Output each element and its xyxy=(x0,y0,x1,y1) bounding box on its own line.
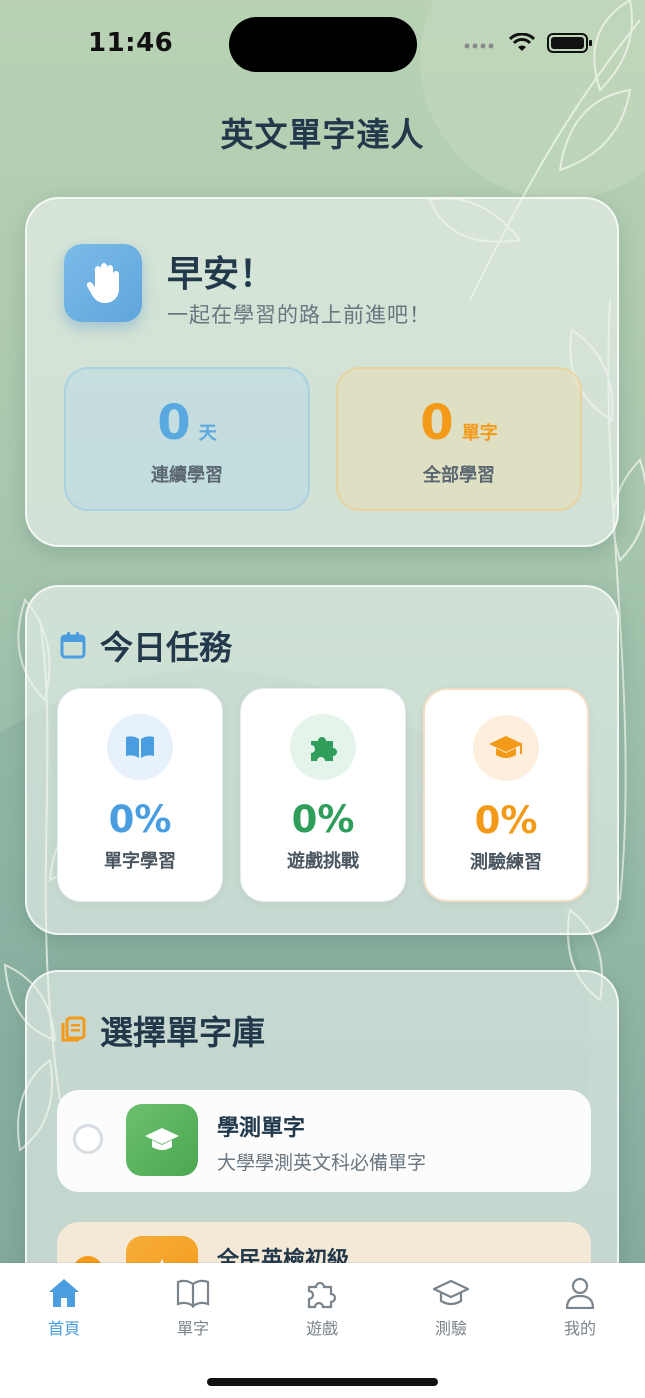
tab-quiz-label: 測驗 xyxy=(434,1319,467,1338)
streak-stat: 0 天 連續學習 xyxy=(64,367,310,511)
tab-vocabulary-label: 單字 xyxy=(176,1319,209,1338)
total-words-stat: 0 單字 全部學習 xyxy=(336,367,582,511)
puzzle-icon xyxy=(307,1281,337,1309)
task-game-challenge[interactable]: 0% 遊戲挑戰 xyxy=(240,688,406,902)
cellular-icon xyxy=(464,43,494,49)
tab-vocabulary[interactable]: 單字 xyxy=(153,1277,233,1339)
total-words-label: 全部學習 xyxy=(423,465,495,486)
graduation-cap-icon xyxy=(431,1279,471,1306)
book-icon xyxy=(176,1279,210,1309)
tab-games[interactable]: 遊戲 xyxy=(282,1277,362,1339)
word-library-title: 選擇單字庫 xyxy=(100,1013,265,1052)
total-words-value: 0 xyxy=(420,395,454,451)
graduation-cap-icon xyxy=(126,1104,198,1176)
person-icon xyxy=(565,1277,595,1310)
tab-home[interactable]: 首頁 xyxy=(24,1277,104,1339)
daily-tasks-header: 今日任務 xyxy=(60,621,232,669)
dynamic-island xyxy=(229,17,417,72)
daily-tasks-card: 今日任務 0% 單字學習 0% 遊戲挑戰 0% 測驗練習 xyxy=(25,585,619,935)
task-quiz-percent: 0% xyxy=(474,799,538,842)
task-game-label: 遊戲挑戰 xyxy=(287,851,359,872)
hand-icon xyxy=(64,244,142,322)
tab-games-label: 遊戲 xyxy=(305,1319,338,1338)
word-library-header: 選擇單字庫 xyxy=(60,1006,265,1054)
home-indicator xyxy=(207,1378,438,1386)
status-time: 11:46 xyxy=(88,28,174,58)
tab-quiz[interactable]: 測驗 xyxy=(411,1277,491,1339)
tab-profile[interactable]: 我的 xyxy=(540,1277,620,1339)
task-game-percent: 0% xyxy=(291,798,355,841)
calendar-icon xyxy=(60,632,86,659)
status-icons xyxy=(463,32,593,54)
daily-tasks-title: 今日任務 xyxy=(100,628,232,667)
streak-days-unit: 天 xyxy=(198,423,217,444)
task-vocab-learning[interactable]: 0% 單字學習 xyxy=(57,688,223,902)
greeting-card: 早安！ 一起在學習的路上前進吧！ 0 天 連續學習 0 單字 全部學習 xyxy=(25,197,619,547)
greeting-title: 早安！ xyxy=(167,254,276,295)
total-words-unit: 單字 xyxy=(461,423,498,444)
library-radio[interactable] xyxy=(73,1124,103,1154)
library-name: 學測單字 xyxy=(217,1116,306,1141)
library-item-gsat[interactable]: 學測單字 大學學測英文科必備單字 xyxy=(57,1090,591,1192)
tab-profile-label: 我的 xyxy=(563,1319,596,1338)
battery-icon xyxy=(547,33,592,53)
task-quiz-label: 測驗練習 xyxy=(470,852,542,873)
library-description: 大學學測英文科必備單字 xyxy=(217,1152,427,1174)
streak-label: 連續學習 xyxy=(151,465,223,486)
graduation-cap-icon xyxy=(473,715,539,781)
task-vocab-percent: 0% xyxy=(108,798,172,841)
app-title: 英文單字達人 xyxy=(220,115,425,154)
library-icon xyxy=(61,1016,86,1042)
status-bar: 11:46 xyxy=(0,0,645,90)
task-vocab-label: 單字學習 xyxy=(104,851,176,872)
home-icon xyxy=(49,1279,79,1307)
book-icon xyxy=(107,714,173,780)
task-quiz-practice[interactable]: 0% 測驗練習 xyxy=(423,688,589,902)
tab-home-label: 首頁 xyxy=(47,1319,80,1338)
wifi-icon xyxy=(509,33,535,51)
greeting-subtitle: 一起在學習的路上前進吧！ xyxy=(167,303,431,327)
puzzle-icon xyxy=(290,714,356,780)
streak-days-value: 0 xyxy=(157,395,191,451)
